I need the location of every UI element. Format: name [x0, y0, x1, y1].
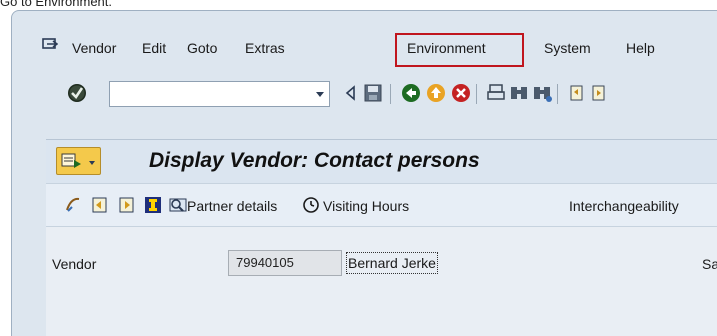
- menu-vendor[interactable]: Vendor: [72, 39, 116, 57]
- back-icon[interactable]: [400, 82, 422, 104]
- menu-options-icon[interactable]: [42, 38, 58, 52]
- interchangeability-button[interactable]: Interchangeability: [569, 198, 679, 214]
- right-field-label: Sai: [702, 256, 717, 272]
- partner-details-icon: [169, 198, 187, 212]
- toolbar-separator: [557, 84, 558, 104]
- vendor-label: Vendor: [52, 256, 97, 272]
- dropdown-arrow-icon[interactable]: [312, 82, 328, 106]
- menu-extras[interactable]: Extras: [245, 39, 285, 57]
- menu-stack-icon: [61, 153, 81, 168]
- partner-details-label: Partner details: [187, 198, 278, 214]
- toolbar-separator: [476, 84, 477, 104]
- first-page-icon[interactable]: [567, 82, 589, 104]
- clock-icon: [303, 197, 319, 213]
- vendor-number-field[interactable]: 79940105: [228, 250, 342, 276]
- collapse-triangle-icon[interactable]: [340, 82, 362, 104]
- vendor-contact-form: Vendor 79940105 Bernard Jerke Sai: [46, 227, 717, 336]
- command-field[interactable]: [109, 81, 330, 107]
- save-icon[interactable]: [362, 82, 384, 104]
- exit-icon[interactable]: [425, 82, 447, 104]
- chevron-down-icon: [89, 161, 95, 165]
- print-icon[interactable]: [485, 82, 507, 104]
- previous-page-icon[interactable]: [589, 82, 611, 104]
- previous-entry-icon[interactable]: [91, 196, 109, 214]
- menu-edit[interactable]: Edit: [142, 39, 166, 57]
- standard-toolbar: [12, 74, 717, 118]
- find-next-icon[interactable]: [531, 82, 553, 104]
- menu-goto[interactable]: Goto: [187, 39, 217, 57]
- next-entry-icon[interactable]: [118, 196, 136, 214]
- sap-window: Vendor Edit Goto Extras Environment Syst…: [11, 10, 717, 336]
- menu-help[interactable]: Help: [626, 39, 655, 57]
- menu-system[interactable]: System: [544, 39, 591, 57]
- application-toolbar: Partner details Visiting Hours Interchan…: [46, 183, 717, 227]
- instruction-caption: Go to Environment.: [0, 0, 112, 9]
- page-title: Display Vendor: Contact persons: [149, 149, 480, 172]
- environment-highlight-box: [395, 33, 524, 67]
- information-icon[interactable]: [144, 196, 162, 214]
- other-object-icon[interactable]: [64, 196, 82, 214]
- menu-bar: Vendor Edit Goto Extras Environment Syst…: [12, 11, 717, 71]
- title-bar: Display Vendor: Contact persons: [46, 139, 717, 183]
- visiting-hours-label: Visiting Hours: [323, 198, 410, 214]
- find-icon[interactable]: [508, 82, 530, 104]
- vendor-name-text: Bernard Jerke: [346, 252, 438, 274]
- toolbar-separator: [390, 84, 391, 104]
- cancel-icon[interactable]: [450, 82, 472, 104]
- screen-menu-button[interactable]: [56, 147, 101, 175]
- enter-check-icon[interactable]: [66, 82, 88, 104]
